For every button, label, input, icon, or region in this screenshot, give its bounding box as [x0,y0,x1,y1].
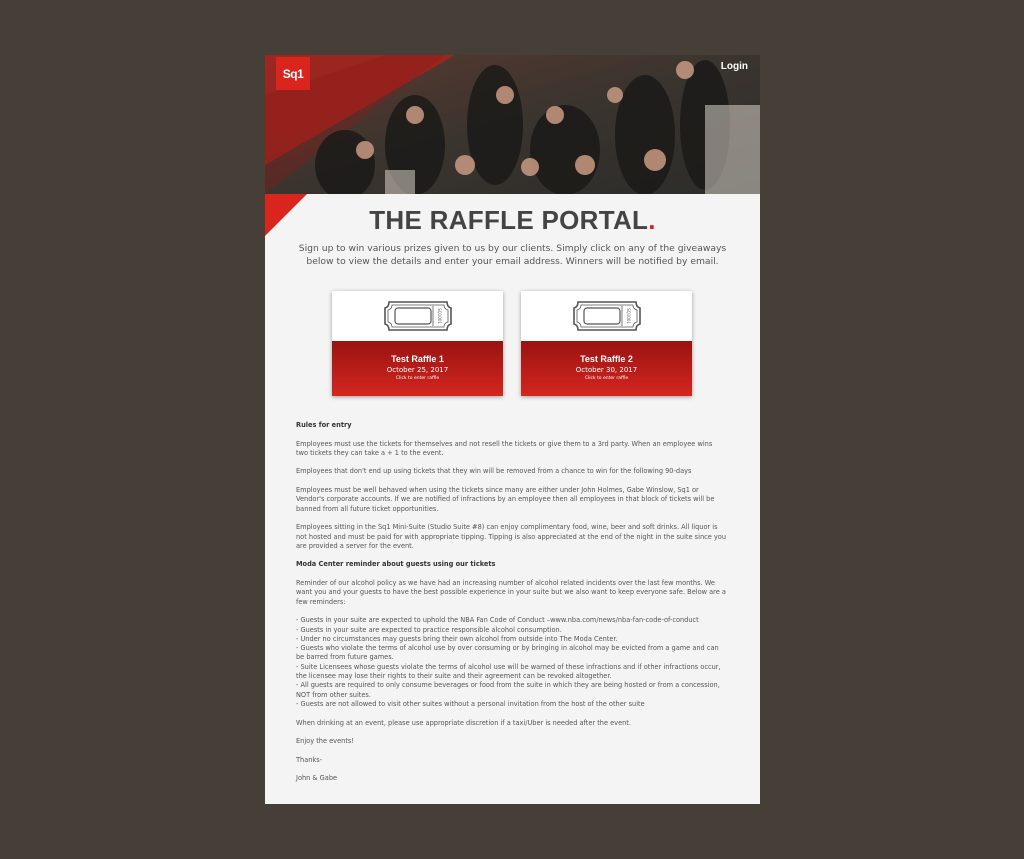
thanks-note: Thanks- [296,755,323,764]
ticket-icon: SQ1001 [572,301,641,331]
login-link[interactable]: Login [721,61,748,72]
raffle-card-bottom: Test Raffle 2 October 30, 2017 Click to … [521,341,692,396]
reminder-item: - Guests are not allowed to visit other … [296,699,645,708]
raffle-name: Test Raffle 1 [391,354,444,364]
rules-paragraph: Employees must be well behaved when usin… [296,486,715,513]
raffle-card-top: SQ1001 [521,291,692,341]
raffle-date: October 25, 2017 [386,366,449,374]
rules-paragraph: Employees sitting in the Sq1 Mini-Suite … [296,523,727,550]
ticket-code: SQ1001 [626,308,631,324]
rules-paragraph: Employees that don't end up using ticket… [296,467,692,476]
rules-paragraph: Employees must use the tickets for thems… [296,439,713,457]
crowd-photo [265,55,760,194]
raffle-card-2[interactable]: SQ1001 Test Raffle 2 October 30, 2017 Cl… [521,291,692,396]
raffle-portal-page: Sq1 Login THE RAFFLE PORTAL. Sign up to … [265,55,760,804]
rules-section: Rules for entry Employees must use the t… [296,421,726,793]
raffle-card-top: SQ1001 [332,291,503,341]
raffle-card-bottom: Test Raffle 1 October 25, 2017 Click to … [332,341,503,396]
discretion-note: When drinking at an event, please use ap… [296,718,631,727]
rules-heading: Rules for entry [296,421,352,429]
page-title: THE RAFFLE PORTAL. [265,205,760,236]
enjoy-note: Enjoy the events! [296,737,354,746]
reminder-item: - Suite Licensees whose guests violate t… [296,662,721,681]
intro-text: Sign up to win various prizes given to u… [298,243,727,267]
title-dot: . [648,205,656,235]
reminder-item: - Under no circumstances may guests brin… [296,634,618,643]
sq1-logo[interactable]: Sq1 [276,57,310,90]
ticket-code: SQ1001 [437,308,442,324]
raffle-cta[interactable]: Click to enter raffle [521,376,692,381]
raffle-card-1[interactable]: SQ1001 Test Raffle 1 October 25, 2017 Cl… [332,291,503,396]
reminder-item: - Guests who violate the terms of alcoho… [296,644,719,662]
reminder-item: - All guests are required to only consum… [296,681,720,699]
reminder-item: - Guests in your suite are expected to p… [296,625,562,634]
page-title-text: THE RAFFLE PORTAL [369,205,649,235]
moda-intro: Reminder of our alcohol policy as we hav… [296,579,726,606]
hero-banner-image: Sq1 Login [265,55,760,194]
ticket-icon: SQ1001 [383,301,452,331]
raffle-date: October 30, 2017 [575,366,638,374]
raffle-name: Test Raffle 2 [580,354,633,364]
moda-heading: Moda Center reminder about guests using … [296,560,496,569]
reminder-item: - Guests in your suite are expected to u… [296,616,699,625]
reminder-list: - Guests in your suite are expected to u… [296,616,726,709]
signoff: John & Gabe [296,774,338,783]
raffle-cta[interactable]: Click to enter raffle [332,376,503,381]
